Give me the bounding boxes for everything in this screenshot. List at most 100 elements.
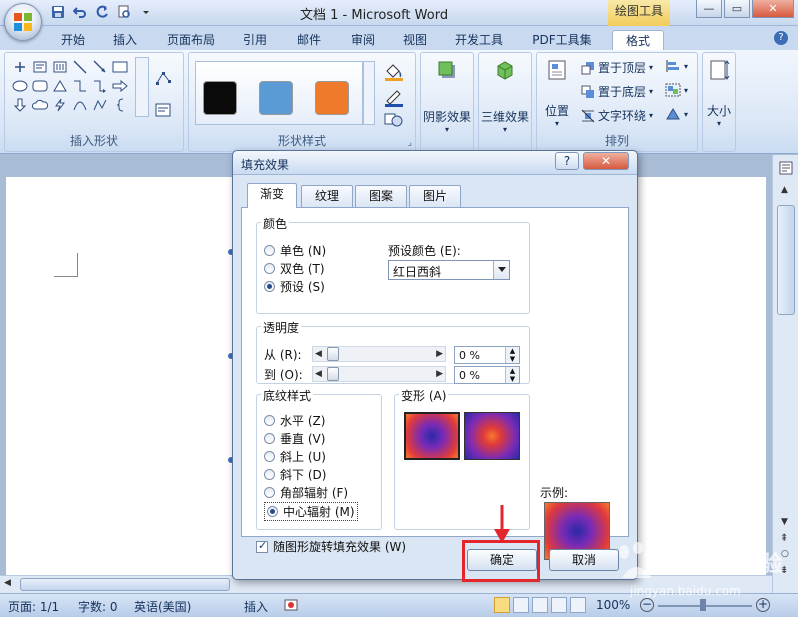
scroll-thumb[interactable] bbox=[777, 205, 795, 315]
checkbox-checked[interactable] bbox=[256, 539, 268, 553]
radio-vertical[interactable]: 垂直 (V) bbox=[264, 430, 325, 447]
dialog-help-button[interactable]: ? bbox=[555, 152, 579, 170]
radio-diagonal-down[interactable]: 斜下 (D) bbox=[264, 466, 326, 483]
from-value-spin[interactable]: 0 % ▲ ▼ bbox=[454, 346, 520, 364]
rectangle-icon[interactable] bbox=[111, 59, 129, 75]
down-arrow-icon[interactable] bbox=[11, 97, 29, 113]
textbox-link-icon[interactable] bbox=[155, 103, 171, 120]
insert-mode[interactable]: 插入 bbox=[244, 598, 268, 615]
redo-icon[interactable] bbox=[94, 4, 110, 20]
tab-insert[interactable]: 插入 bbox=[104, 30, 146, 50]
radio-button[interactable] bbox=[264, 451, 275, 462]
shape-fill-icon[interactable] bbox=[383, 61, 405, 84]
restore-button[interactable]: ▭ bbox=[724, 0, 750, 18]
curve-icon[interactable] bbox=[71, 97, 89, 113]
scroll-down-icon[interactable]: ▼ bbox=[781, 517, 788, 527]
style-swatch-orange[interactable] bbox=[315, 81, 349, 115]
dialog-titlebar[interactable]: 填充效果 ? ✕ bbox=[233, 151, 637, 175]
web-layout-view-icon[interactable] bbox=[532, 597, 548, 613]
slider-left-icon[interactable]: ◀ bbox=[315, 369, 322, 379]
radio-button[interactable] bbox=[264, 263, 275, 274]
tab-picture[interactable]: 图片 bbox=[409, 185, 461, 207]
tab-gradient[interactable]: 渐变 bbox=[247, 183, 297, 208]
tab-pattern[interactable]: 图案 bbox=[355, 185, 407, 207]
tab-pdf-tools[interactable]: PDF工具集 bbox=[526, 30, 598, 50]
close-button[interactable]: ✕ bbox=[752, 0, 794, 18]
align-icon[interactable]: ▾ bbox=[665, 59, 688, 73]
tab-texture[interactable]: 纹理 bbox=[301, 185, 353, 207]
radio-button[interactable] bbox=[264, 433, 275, 444]
triangle-icon[interactable] bbox=[51, 78, 69, 94]
to-slider-thumb[interactable] bbox=[327, 367, 339, 381]
dialog-launcher-icon[interactable]: ⌟ bbox=[408, 138, 412, 148]
bring-to-front-button[interactable]: 置于顶层 ▾ bbox=[581, 59, 653, 76]
shadow-effects-button[interactable]: 阴影效果 ▾ bbox=[421, 59, 473, 134]
radio-preset[interactable]: 预设 (S) bbox=[264, 278, 325, 295]
page-count[interactable]: 页面: 1/1 bbox=[8, 598, 59, 615]
line-icon[interactable] bbox=[71, 59, 89, 75]
cancel-button[interactable]: 取消 bbox=[549, 549, 619, 571]
position-button[interactable]: 位置 ▾ bbox=[539, 59, 575, 128]
vertical-scrollbar[interactable]: ▲ ▼ ⇞ ○ ⇟ bbox=[772, 155, 798, 595]
text-direction-icon[interactable] bbox=[11, 59, 29, 75]
rounded-rect-icon[interactable] bbox=[31, 78, 49, 94]
lightning-icon[interactable] bbox=[51, 97, 69, 113]
styles-scroll[interactable] bbox=[363, 61, 375, 125]
to-slider[interactable]: ◀ ▶ bbox=[312, 366, 446, 382]
radio-horizontal[interactable]: 水平 (Z) bbox=[264, 412, 325, 429]
office-button[interactable] bbox=[4, 3, 42, 41]
elbow-arrow-icon[interactable] bbox=[91, 78, 109, 94]
slider-left-icon[interactable]: ◀ bbox=[315, 349, 322, 359]
textbox-icon[interactable] bbox=[31, 59, 49, 75]
tab-home[interactable]: 开始 bbox=[52, 30, 94, 50]
from-slider-thumb[interactable] bbox=[327, 347, 339, 361]
ruler-toggle-icon[interactable] bbox=[779, 161, 793, 175]
radio-diagonal-up[interactable]: 斜上 (U) bbox=[264, 448, 326, 465]
group-icon[interactable]: ▾ bbox=[665, 83, 688, 97]
tab-view[interactable]: 视图 bbox=[394, 30, 436, 50]
spin-updown-icon[interactable]: ▲ ▼ bbox=[505, 347, 519, 363]
radio-button-checked[interactable] bbox=[267, 506, 278, 517]
radio-button[interactable] bbox=[264, 245, 275, 256]
undo-icon[interactable] bbox=[72, 4, 88, 20]
tab-review[interactable]: 审阅 bbox=[342, 30, 384, 50]
draft-view-icon[interactable] bbox=[570, 597, 586, 613]
radio-button[interactable] bbox=[264, 415, 275, 426]
slider-right-icon[interactable]: ▶ bbox=[436, 349, 443, 359]
spin-updown-icon[interactable]: ▲ ▼ bbox=[505, 367, 519, 383]
minimize-button[interactable]: — bbox=[696, 0, 722, 18]
shape-outline-icon[interactable] bbox=[383, 87, 405, 110]
shapes-scroll[interactable] bbox=[135, 57, 149, 117]
prev-page-icon[interactable]: ⇞ bbox=[780, 533, 788, 544]
tab-mailings[interactable]: 邮件 bbox=[288, 30, 330, 50]
change-shape-icon[interactable] bbox=[383, 111, 405, 132]
brace-icon[interactable] bbox=[111, 97, 129, 113]
rotate-with-shape-checkbox[interactable]: 随图形旋转填充效果 (W) bbox=[256, 538, 406, 555]
print-layout-view-icon[interactable] bbox=[494, 597, 510, 613]
radio-from-center[interactable]: 中心辐射 (M) bbox=[264, 502, 358, 521]
edit-points-icon[interactable] bbox=[155, 71, 171, 88]
variant-2[interactable] bbox=[464, 412, 520, 460]
radio-button-checked[interactable] bbox=[264, 281, 275, 292]
radio-button[interactable] bbox=[264, 487, 275, 498]
save-icon[interactable] bbox=[50, 4, 66, 20]
right-arrow-icon[interactable] bbox=[111, 78, 129, 94]
send-to-back-button[interactable]: 置于底层 ▾ bbox=[581, 83, 653, 100]
radio-two-colors[interactable]: 双色 (T) bbox=[264, 260, 325, 277]
tab-developer[interactable]: 开发工具 bbox=[448, 30, 510, 50]
style-swatch-black[interactable] bbox=[203, 81, 237, 115]
tab-format[interactable]: 格式 bbox=[612, 30, 664, 50]
customize-qat-icon[interactable] bbox=[138, 4, 154, 20]
variant-1[interactable] bbox=[404, 412, 460, 460]
radio-from-corner[interactable]: 角部辐射 (F) bbox=[264, 484, 348, 501]
text-wrap-button[interactable]: 文字环绕 ▾ bbox=[581, 107, 653, 124]
elbow-connector-icon[interactable] bbox=[71, 78, 89, 94]
preset-colors-combo[interactable]: 红日西斜 bbox=[388, 260, 510, 280]
full-screen-view-icon[interactable] bbox=[513, 597, 529, 613]
3d-effects-button[interactable]: 三维效果 ▾ bbox=[479, 59, 531, 134]
scroll-up-icon[interactable]: ▲ bbox=[781, 185, 788, 195]
dialog-close-button[interactable]: ✕ bbox=[583, 152, 629, 170]
oval-icon[interactable] bbox=[11, 78, 29, 94]
hscroll-thumb[interactable] bbox=[20, 578, 230, 591]
rotate-icon[interactable]: ▾ bbox=[665, 107, 688, 121]
